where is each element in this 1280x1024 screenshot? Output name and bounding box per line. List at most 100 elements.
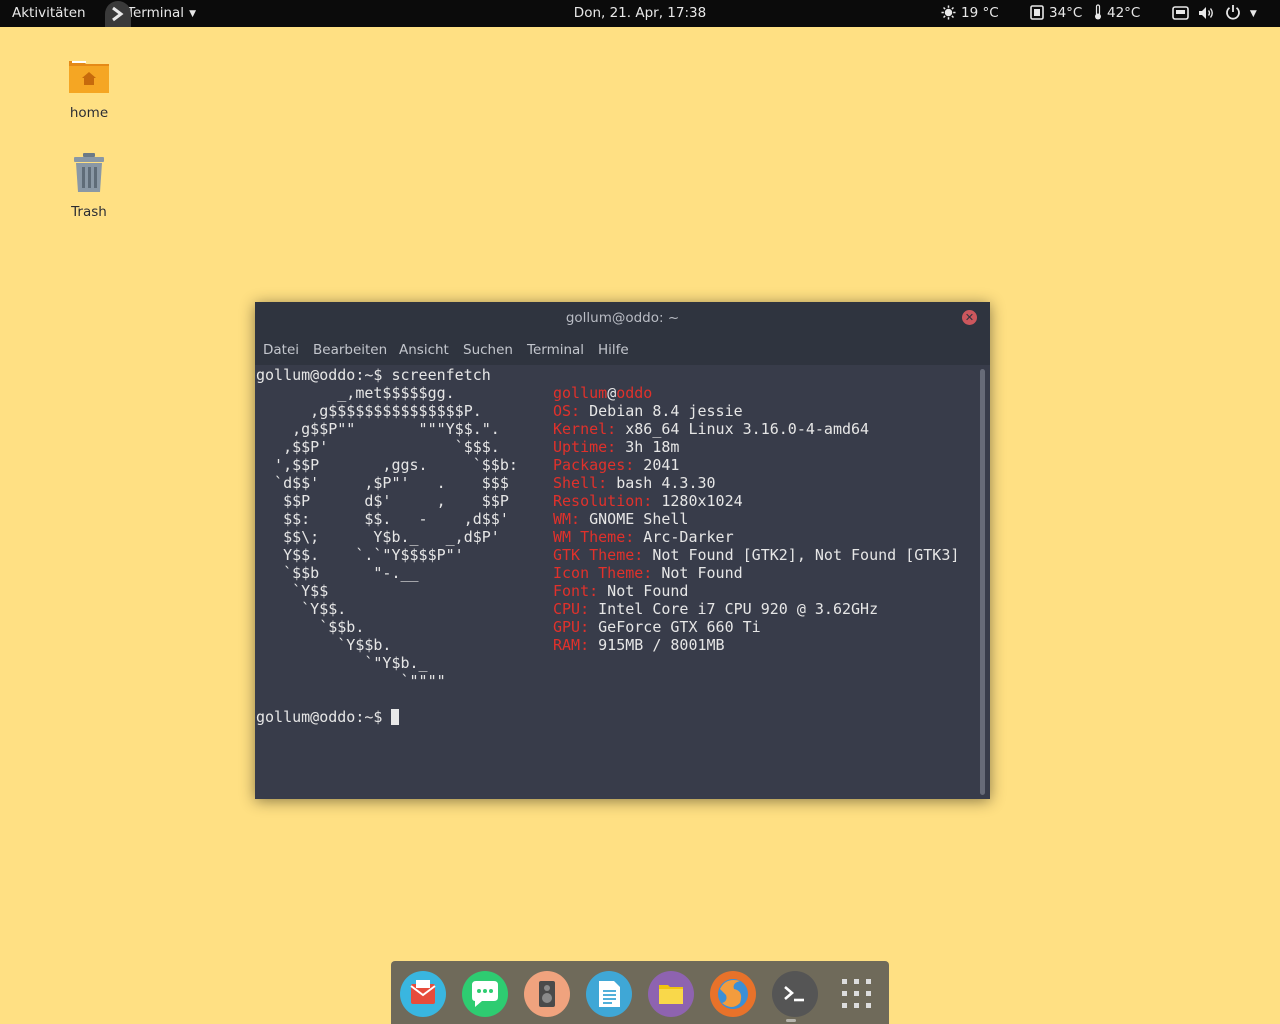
thermometer-icon [1094,0,1102,27]
info-key: WM: [553,510,581,528]
menu-hilfe[interactable]: Hilfe [598,336,629,364]
info-row-packages: Packages: 2041 [553,456,679,474]
ascii-logo-line: `Y$$. [256,600,347,618]
info-value: Arc-Darker [634,528,734,546]
network-wired-icon [1172,0,1189,27]
info-row-shell: Shell: bash 4.3.30 [553,474,716,492]
close-button[interactable]: ✕ [962,310,977,325]
info-row-ram: RAM: 915MB / 8001MB [553,636,725,654]
info-value: Not Found [598,582,689,600]
info-value: 1280x1024 [652,492,743,510]
music-player-icon[interactable] [524,971,570,1017]
clock[interactable]: Don, 21. Apr, 17:38 [574,5,706,21]
menu-terminal[interactable]: Terminal [527,336,584,364]
terminal-output[interactable]: gollum@oddo:~$ screenfetch _,met$$$$$gg.… [255,365,990,799]
info-row-uptime: Uptime: 3h 18m [553,438,679,456]
info-row-kernel: Kernel: x86_64 Linux 3.16.0-4-amd64 [553,420,869,438]
terminal-icon[interactable] [772,971,818,1017]
ascii-logo-line: ,g$$$$$$$$$$$$$$$P. [256,402,482,420]
info-row-gpu: GPU: GeForce GTX 660 Ti [553,618,761,636]
info-row-wm-theme: WM Theme: Arc-Darker [553,528,734,546]
ascii-logo-line: `$$b "-.__ [256,564,419,582]
info-userhost: gollum@oddo [553,384,652,402]
info-row-icon-theme: Icon Theme: Not Found [553,564,743,582]
info-value: GNOME Shell [580,510,689,528]
volume-icon [1198,0,1215,27]
info-at: @ [607,384,617,402]
ascii-logo-line: `Y$$ [256,582,329,600]
cpu-icon [1030,0,1044,27]
cpu-temp-indicator[interactable]: 34°C [1030,0,1082,27]
web-browser-icon[interactable] [710,971,756,1017]
info-value: bash 4.3.30 [607,474,716,492]
desktop-home-folder[interactable]: home [44,55,134,121]
ascii-logo-line: `d$$' ,$P"' . $$$ [256,474,509,492]
desktop-home-label: home [69,105,109,121]
running-indicator [786,1019,796,1022]
ascii-logo-line: ,g$$P"" """Y$$.". [256,420,500,438]
desktop-trash-label: Trash [71,204,107,220]
info-key: Shell: [553,474,608,492]
menu-suchen[interactable]: Suchen [463,336,513,364]
info-value: GeForce GTX 660 Ti [589,618,761,636]
info-value: 3h 18m [616,438,680,456]
info-row-cpu: CPU: Intel Core i7 CPU 920 @ 3.62GHz [553,600,878,618]
desktop-trash[interactable]: Trash [44,152,134,220]
text-editor-icon[interactable] [586,971,632,1017]
power-icon [1225,0,1241,27]
mail-icon[interactable] [400,971,446,1017]
menu-bearbeiten[interactable]: Bearbeiten [313,336,387,364]
ascii-logo-line: `"Y$b._ [256,654,428,672]
ascii-logo-line: $$\; Y$b._ _,d$P' [256,528,500,546]
ascii-logo-line: `"""" [256,672,446,690]
info-key: OS: [553,402,581,420]
info-key: Packages: [553,456,635,474]
show-apps-icon[interactable] [834,971,880,1017]
info-key: WM Theme: [553,528,635,546]
terminal-window[interactable]: gollum@oddo: ~ ✕ Datei Bearbeiten Ansich… [255,302,990,799]
window-titlebar[interactable]: gollum@oddo: ~ ✕ [255,302,990,336]
info-value: Not Found [652,564,743,582]
ascii-logo-line: _,met$$$$$gg. [256,384,455,402]
info-key: Resolution: [553,492,653,510]
terminal-menubar: Datei Bearbeiten Ansicht Suchen Terminal… [255,336,990,365]
gpu-temp-indicator[interactable]: 42°C [1094,0,1140,27]
info-value: x86_64 Linux 3.16.0-4-amd64 [616,420,870,438]
files-icon[interactable] [648,971,694,1017]
weather-temp: 19 °C [961,5,999,21]
info-key: Font: [553,582,599,600]
app-menu-button[interactable]: Terminal ▼ [105,0,196,27]
chat-icon[interactable] [462,971,508,1017]
window-title: gollum@oddo: ~ [565,310,680,326]
info-key: CPU: [553,600,590,618]
info-key: Icon Theme: [553,564,653,582]
system-menu-button[interactable]: ▼ [1172,0,1257,27]
gpu-temp-value: 42°C [1107,5,1141,21]
command-line: gollum@oddo:~$ screenfetch [256,366,491,384]
activities-button[interactable]: Aktivitäten [12,0,86,27]
sun-icon [941,0,956,27]
dock [391,961,889,1024]
close-icon: ✕ [964,311,975,324]
info-user: gollum [553,384,608,402]
info-value: Not Found [GTK2], Not Found [GTK3] [643,546,960,564]
home-folder-icon [67,61,111,99]
ascii-logo-line: ,$$P' `$$$. [256,438,500,456]
info-key: Uptime: [553,438,617,456]
weather-indicator[interactable]: 19 °C [941,0,999,27]
info-key: GTK Theme: [553,546,644,564]
info-row-wm: WM: GNOME Shell [553,510,688,528]
info-row-font: Font: Not Found [553,582,688,600]
info-row-os: OS: Debian 8.4 jessie [553,402,743,420]
top-bar: Aktivitäten Terminal ▼ Don, 21. Apr, 17:3… [0,0,1280,27]
info-row-gtk-theme: GTK Theme: Not Found [GTK2], Not Found [… [553,546,959,564]
menu-datei[interactable]: Datei [263,336,299,364]
info-value: 2041 [634,456,680,474]
menu-ansicht[interactable]: Ansicht [399,336,449,364]
scrollbar[interactable] [980,369,985,795]
cpu-temp-value: 34°C [1049,5,1083,21]
chevron-down-icon: ▼ [189,9,196,19]
info-key: RAM: [553,636,590,654]
trash-icon [71,153,107,198]
chevron-down-icon: ▼ [1249,9,1257,19]
